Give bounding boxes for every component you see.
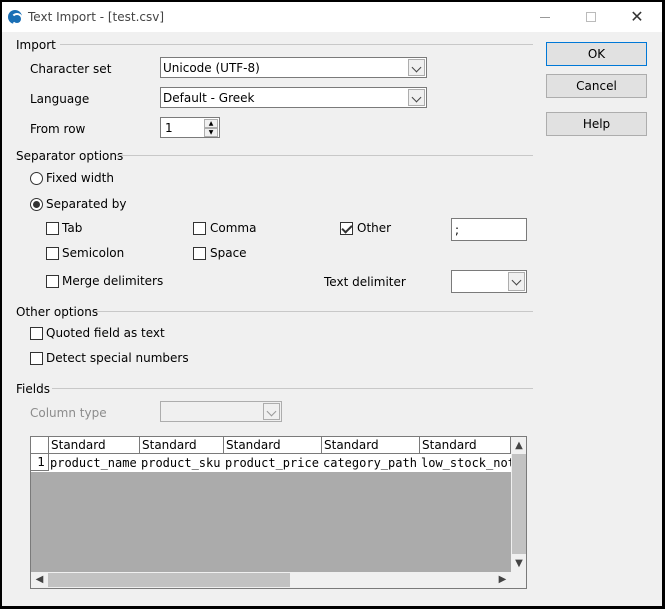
text-delimiter-select[interactable]	[451, 270, 527, 293]
chevron-down-icon[interactable]	[408, 59, 425, 76]
chevron-down-icon[interactable]	[408, 89, 425, 106]
charset-select[interactable]: Unicode (UTF-8)	[160, 57, 427, 78]
row-number: 1	[31, 454, 49, 471]
other-label[interactable]: Other	[357, 221, 391, 235]
table-cell: product_price	[225, 456, 319, 470]
language-label: Language	[30, 92, 90, 106]
horizontal-scrollbar[interactable]: ◀ ▶	[31, 572, 511, 588]
fields-divider	[52, 388, 533, 389]
grid-corner	[31, 437, 49, 454]
preview-empty-rowhdr	[31, 472, 49, 572]
semicolon-checkbox[interactable]	[46, 247, 59, 260]
libreoffice-app-icon	[8, 10, 23, 25]
other-options-divider	[94, 311, 533, 312]
vertical-scroll-thumb[interactable]	[512, 454, 526, 554]
other-separator-input[interactable]: ;	[451, 218, 527, 241]
quoted-field-label[interactable]: Quoted field as text	[46, 326, 165, 340]
spin-down-icon[interactable]: ▼	[204, 128, 218, 137]
space-label[interactable]: Space	[210, 246, 247, 260]
chevron-down-icon[interactable]	[263, 403, 280, 420]
merge-delimiters-label[interactable]: Merge delimiters	[62, 274, 163, 288]
detect-special-numbers-label[interactable]: Detect special numbers	[46, 351, 189, 365]
fields-section-title: Fields	[16, 382, 50, 396]
table-cell: product_name	[50, 456, 137, 470]
column-type-select[interactable]	[160, 401, 282, 422]
vertical-scrollbar[interactable]: ▲ ▼	[511, 437, 526, 572]
language-select[interactable]: Default - Greek	[160, 87, 427, 108]
merge-delimiters-checkbox[interactable]	[46, 275, 59, 288]
preview-empty-area	[49, 472, 511, 572]
other-checkbox[interactable]	[340, 222, 353, 235]
comma-checkbox[interactable]	[193, 222, 206, 235]
separated-by-label[interactable]: Separated by	[46, 197, 127, 211]
horizontal-scroll-thumb[interactable]	[48, 573, 290, 587]
column-type-label: Column type	[30, 406, 107, 420]
column-header[interactable]: Standard	[322, 437, 420, 454]
tab-label[interactable]: Tab	[62, 221, 82, 235]
title-bar[interactable]: Text Import - [test.csv] ✕	[2, 2, 662, 32]
window-title: Text Import - [test.csv]	[28, 10, 165, 24]
maximize-icon	[586, 12, 596, 22]
language-value: Default - Greek	[163, 91, 255, 105]
fixed-width-label[interactable]: Fixed width	[46, 171, 114, 185]
table-cell: category_path	[323, 456, 417, 470]
scroll-down-icon[interactable]: ▼	[511, 555, 526, 572]
scroll-right-icon[interactable]: ▶	[494, 572, 511, 588]
detect-special-numbers-checkbox[interactable]	[30, 352, 43, 365]
fixed-width-radio[interactable]	[30, 172, 43, 185]
charset-label: Character set	[30, 62, 112, 76]
comma-label[interactable]: Comma	[210, 221, 256, 235]
from-row-label: From row	[30, 122, 86, 136]
cancel-button[interactable]: Cancel	[546, 74, 647, 98]
from-row-spinner[interactable]: 1 ▲ ▼	[160, 117, 220, 138]
semicolon-label[interactable]: Semicolon	[62, 246, 124, 260]
import-section-title: Import	[16, 38, 56, 52]
column-header[interactable]: Standard	[140, 437, 224, 454]
minimize-icon	[540, 16, 550, 18]
other-separator-value: ;	[455, 223, 460, 237]
column-header[interactable]: Standard	[420, 437, 511, 454]
maximize-button	[568, 2, 614, 32]
other-options-title: Other options	[16, 305, 99, 319]
minimize-button[interactable]	[522, 2, 568, 32]
preview-grid[interactable]: 1 Standard Standard Standard Standard St…	[30, 436, 527, 589]
separator-section-title: Separator options	[16, 149, 124, 163]
space-checkbox[interactable]	[193, 247, 206, 260]
separator-divider	[116, 155, 533, 156]
scroll-up-icon[interactable]: ▲	[511, 437, 526, 454]
column-header[interactable]: Standard	[49, 437, 140, 454]
help-button[interactable]: Help	[546, 112, 647, 136]
text-import-dialog: Text Import - [test.csv] ✕ Import Charac…	[2, 2, 662, 606]
separated-by-radio[interactable]	[30, 198, 43, 211]
quoted-field-checkbox[interactable]	[30, 327, 43, 340]
charset-value: Unicode (UTF-8)	[163, 61, 260, 75]
tab-checkbox[interactable]	[46, 222, 59, 235]
close-button[interactable]: ✕	[614, 2, 660, 32]
table-cell: product_sku	[141, 456, 221, 470]
spin-up-icon[interactable]: ▲	[204, 119, 218, 128]
scroll-left-icon[interactable]: ◀	[31, 572, 48, 588]
text-delimiter-label: Text delimiter	[324, 275, 406, 289]
import-divider	[60, 44, 533, 45]
table-cell: low_stock_not	[421, 456, 511, 470]
chevron-down-icon[interactable]	[508, 272, 525, 291]
ok-button[interactable]: OK	[546, 42, 647, 66]
scrollbar-corner	[511, 572, 526, 588]
column-header[interactable]: Standard	[224, 437, 322, 454]
from-row-value: 1	[165, 121, 173, 135]
